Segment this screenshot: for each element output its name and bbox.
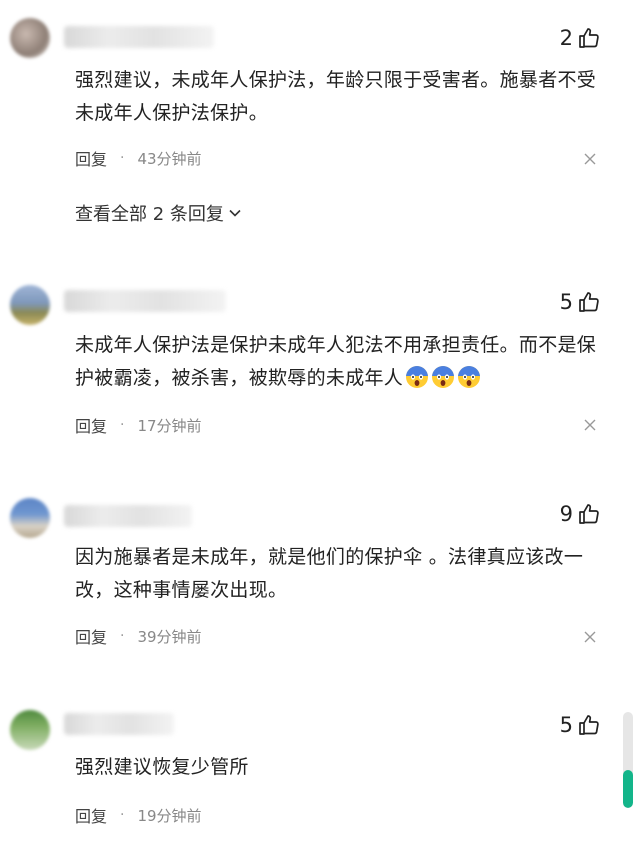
- meta-separator: ·: [120, 150, 125, 166]
- meta-separator: ·: [120, 807, 125, 823]
- username-redacted[interactable]: [64, 290, 226, 312]
- reply-button[interactable]: 回复: [75, 146, 107, 170]
- chevron-down-icon: [229, 209, 241, 217]
- view-all-label: 查看全部 2 条回复: [75, 204, 224, 225]
- username-redacted[interactable]: [64, 505, 192, 527]
- like-count: 5: [559, 290, 573, 314]
- username-redacted[interactable]: [64, 713, 174, 735]
- like-button[interactable]: 2: [560, 26, 601, 50]
- comment-text-content: 未成年人保护法是保护未成年人犯法不用承担责任。而不是保护被霸凌，被杀害，被欺辱的…: [75, 334, 597, 389]
- comment-time: 39分钟前: [137, 627, 202, 646]
- scream-emoji: [406, 366, 429, 388]
- view-all-replies-button[interactable]: 查看全部 2 条回复: [75, 200, 242, 226]
- thumbs-up-icon: [579, 28, 599, 48]
- comment-text: 未成年人保护法是保护未成年人犯法不用承担责任。而不是保护被霸凌，被杀害，被欺辱的…: [75, 329, 610, 395]
- thumbs-up-icon: [579, 292, 599, 312]
- like-button[interactable]: 5: [560, 713, 601, 737]
- scream-emoji: [432, 366, 455, 388]
- like-button[interactable]: 9: [560, 502, 601, 526]
- close-icon[interactable]: [583, 418, 597, 432]
- comment-meta: 回复 · 39分钟前: [75, 624, 202, 648]
- close-icon[interactable]: [583, 152, 597, 166]
- comment-meta: 回复 · 43分钟前: [75, 146, 202, 170]
- comment-text: 强烈建议，未成年人保护法，年龄只限于受害者。施暴者不受未成年人保护法保护。: [75, 69, 597, 124]
- comment-meta: 回复 · 19分钟前: [75, 803, 202, 827]
- scrollbar[interactable]: [623, 712, 633, 808]
- meta-separator: ·: [120, 628, 125, 644]
- close-icon[interactable]: [583, 630, 597, 644]
- like-button[interactable]: 5: [560, 290, 601, 314]
- reply-button[interactable]: 回复: [75, 624, 107, 648]
- comment-text: 因为施暴者是未成年，就是他们的保护伞 。法律真应该改一改，这种事情屡次出现。: [75, 546, 584, 601]
- scrollbar-thumb[interactable]: [623, 769, 633, 808]
- username-redacted[interactable]: [64, 26, 214, 48]
- comment-time: 43分钟前: [137, 149, 202, 168]
- comment-meta: 回复 · 17分钟前: [75, 413, 202, 437]
- reply-button[interactable]: 回复: [75, 413, 107, 437]
- like-count: 9: [559, 502, 573, 526]
- like-count: 2: [559, 26, 573, 50]
- scream-emoji: [458, 366, 481, 388]
- thumbs-up-icon: [579, 715, 599, 735]
- comment-time: 17分钟前: [137, 416, 202, 435]
- comment-time: 19分钟前: [137, 806, 202, 825]
- thumbs-up-icon: [579, 504, 599, 524]
- meta-separator: ·: [120, 417, 125, 433]
- reply-button[interactable]: 回复: [75, 803, 107, 827]
- like-count: 5: [559, 713, 573, 737]
- comment-text: 强烈建议恢复少管所: [75, 756, 249, 778]
- avatar[interactable]: [10, 498, 50, 538]
- avatar[interactable]: [10, 285, 50, 325]
- avatar[interactable]: [10, 18, 50, 58]
- avatar[interactable]: [10, 710, 50, 750]
